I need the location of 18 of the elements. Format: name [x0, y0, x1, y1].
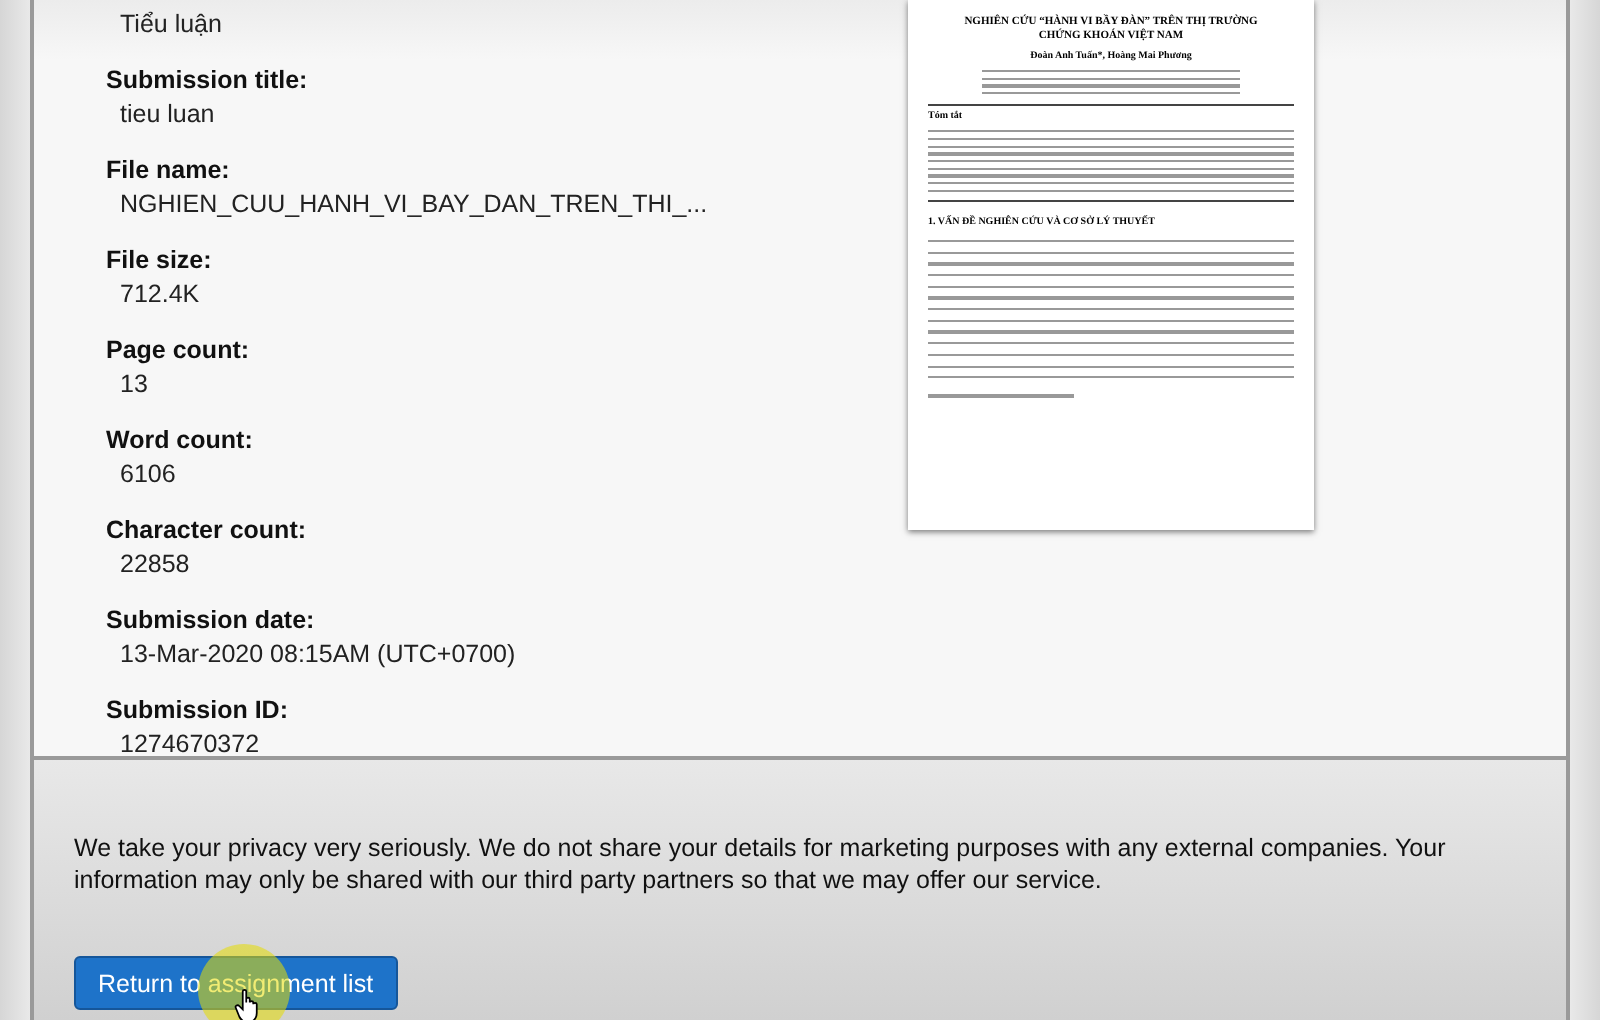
field-value: 22858: [120, 550, 192, 578]
field-value: Tiểu luận: [120, 10, 224, 38]
field-label: Word count:: [106, 426, 255, 454]
field-label: Page count:: [106, 336, 252, 364]
field-label: Submission date:: [106, 606, 317, 634]
field-value: 6106: [120, 460, 178, 488]
privacy-notice: We take your privacy very seriously. We do not share your details for marketing purposes with any external companies. Your information may only be shared with our third party partners so that we may offer our service.: [74, 832, 1448, 896]
field-label: File name:: [106, 156, 232, 184]
field-label: Character count:: [106, 516, 309, 544]
field-value: 712.4K: [120, 280, 202, 308]
field-label: Submission ID:: [106, 696, 290, 724]
field-value: 13-Mar-2020 08:15AM (UTC+0700): [120, 640, 518, 668]
field-value: 13: [120, 370, 150, 398]
field-value: 1274670372: [120, 730, 262, 758]
field-value: tieu luan: [120, 100, 217, 128]
field-label: Submission title:: [106, 66, 310, 94]
field-value: NGHIEN_CUU_HANH_VI_BAY_DAN_TREN_THI_...: [120, 190, 710, 218]
field-label: File size:: [106, 246, 214, 274]
